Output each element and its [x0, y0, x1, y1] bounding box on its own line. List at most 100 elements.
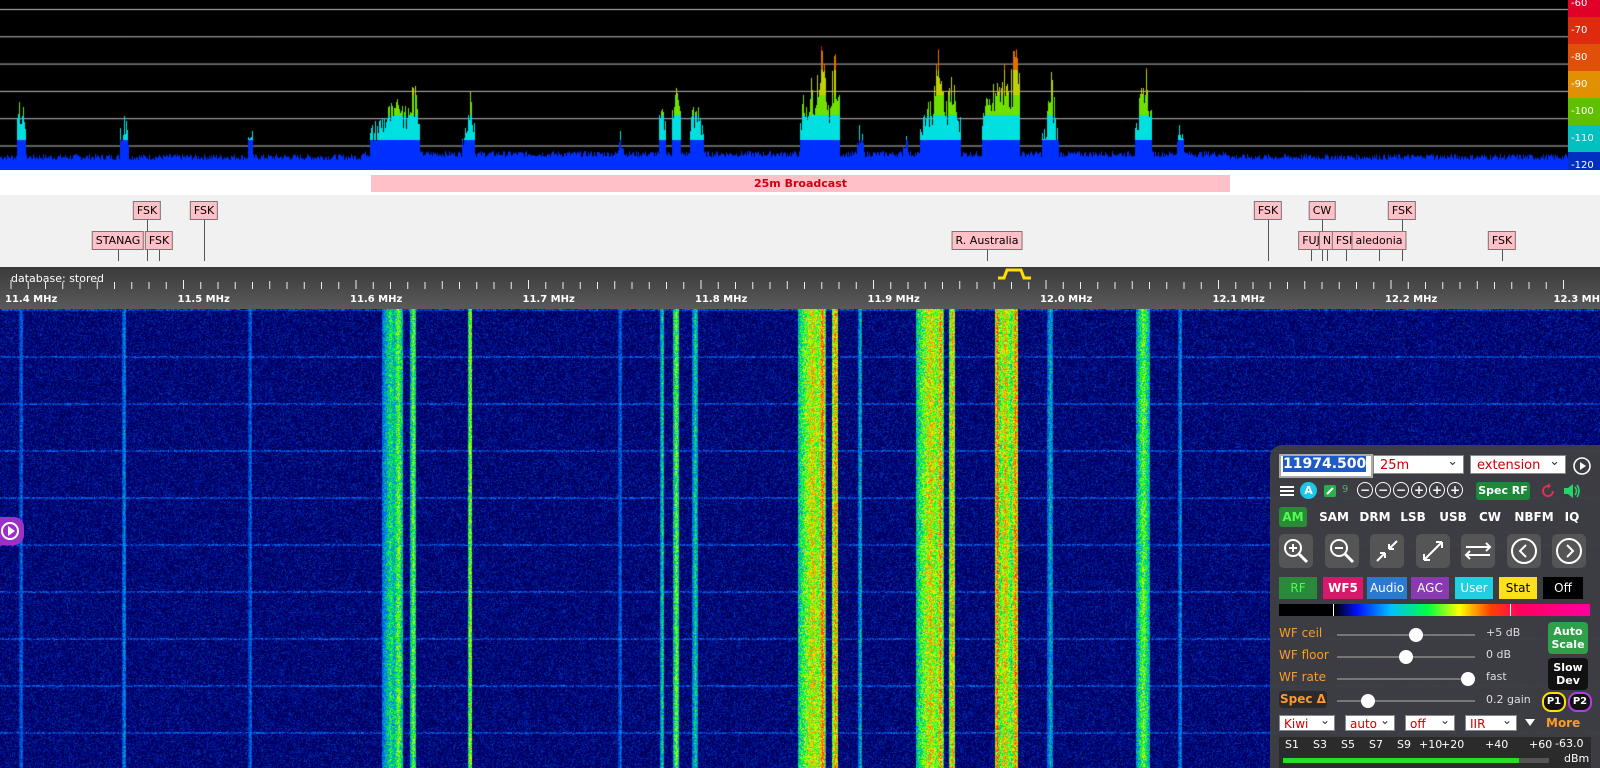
triangle-down-icon[interactable] [1524, 718, 1536, 728]
s-meter-value: -63.0 [1555, 737, 1584, 750]
db-label: -80 [1571, 52, 1588, 63]
zoom-out-small-icon[interactable]: − [1375, 482, 1391, 498]
station-label[interactable]: FSK [189, 201, 219, 220]
wf-ceil-value: +5 dB [1486, 626, 1521, 639]
chevron-left-button[interactable] [1506, 534, 1541, 568]
station-label[interactable]: FSK [144, 231, 174, 250]
station-label[interactable]: CW [1308, 201, 1336, 220]
mode-button-iq[interactable]: IQ [1560, 507, 1584, 527]
edit-icon[interactable] [1322, 483, 1338, 499]
freq-label: 12.0 MHz [1040, 294, 1092, 305]
auto-select[interactable]: auto [1345, 712, 1395, 731]
mode-button-usb[interactable]: USB [1436, 507, 1470, 527]
station-label[interactable]: FSK [1487, 231, 1517, 250]
freq-label: 11.4 MHz [5, 294, 57, 305]
freq-label: 11.7 MHz [523, 294, 575, 305]
wf-floor-slider[interactable] [1337, 650, 1475, 664]
speaker-icon[interactable] [1562, 482, 1582, 500]
band-25m-broadcast[interactable]: 25m Broadcast [371, 175, 1230, 192]
play-panel-button[interactable] [0, 517, 24, 545]
zoom-in-small-icon[interactable]: + [1429, 482, 1445, 498]
spec-gain-slider[interactable] [1337, 694, 1475, 708]
mode-button-am[interactable]: AM [1279, 507, 1307, 527]
mode-button-cw[interactable]: CW [1475, 507, 1505, 527]
zoom-out-small-icon[interactable]: − [1393, 482, 1409, 498]
spectrum-display[interactable]: -60 -70 -80 -90 -100 -110 -120 [0, 0, 1600, 179]
station-label[interactable]: aledonia [1351, 231, 1407, 250]
frequency-ticks: 11.4 MHz 11.5 MHz 11.6 MHz 11.7 MHz 11.8 MHz… [5, 268, 1600, 305]
option-button-audio[interactable]: Audio [1367, 577, 1407, 599]
freq-label: 12.2 MHz [1385, 294, 1437, 305]
s-meter-tick: +20 [1441, 738, 1465, 751]
zoom-out-icon [1329, 539, 1354, 564]
freq-label: 11.8 MHz [695, 294, 747, 305]
station-label[interactable]: STANAG [91, 231, 145, 250]
band-select[interactable]: 25m [1373, 452, 1464, 474]
small-number: 9 [1342, 484, 1349, 495]
expand-button[interactable] [1415, 534, 1450, 568]
db-label: -70 [1571, 25, 1588, 36]
option-button-wf5[interactable]: WF5 [1323, 577, 1363, 599]
db-label: -110 [1571, 133, 1594, 144]
auto-scale-button[interactable]: Auto Scale [1548, 622, 1588, 654]
zoom-out-small-icon[interactable]: − [1357, 482, 1373, 498]
menu-icon[interactable] [1279, 483, 1295, 499]
db-label: -100 [1571, 106, 1594, 117]
swap-icon [1464, 542, 1492, 560]
s-meter-tick: S3 [1313, 738, 1327, 751]
more-button[interactable]: More [1546, 716, 1580, 730]
swap-button[interactable] [1461, 534, 1495, 568]
zoom-in-icon [1284, 539, 1309, 564]
option-button-user[interactable]: User [1455, 577, 1493, 599]
station-label[interactable]: R. Australia [951, 231, 1023, 250]
option-button-off[interactable]: Off [1543, 577, 1583, 599]
zoom-in-small-icon[interactable]: + [1447, 482, 1463, 498]
slow-dev-button[interactable]: Slow Dev [1548, 658, 1588, 690]
zoom-icons: − − − + + + [1357, 481, 1475, 501]
s-meter-tick: S9 [1397, 738, 1411, 751]
zoom-out-button[interactable] [1324, 534, 1359, 568]
freq-label: 12.1 MHz [1213, 294, 1265, 305]
chevron-right-button[interactable] [1552, 534, 1586, 568]
kiwi-select[interactable]: Kiwi [1279, 712, 1335, 731]
option-button-rf[interactable]: RF [1279, 577, 1317, 599]
option-button-agc[interactable]: AGC [1411, 577, 1449, 599]
play-icon [1, 522, 19, 540]
wf-floor-label: WF floor [1279, 648, 1329, 662]
p1-button[interactable]: P1 [1542, 692, 1566, 712]
spec-rf-button[interactable]: Spec RF [1476, 482, 1530, 500]
option-button-stat[interactable]: Stat [1499, 577, 1537, 599]
mode-button-nbfm[interactable]: NBFM [1514, 507, 1554, 527]
station-label[interactable]: FSK [1253, 201, 1283, 220]
mode-button-drm[interactable]: DRM [1358, 507, 1392, 527]
mode-button-lsb[interactable]: LSB [1397, 507, 1429, 527]
iir-select[interactable]: IIR [1465, 712, 1517, 731]
a-badge[interactable]: A [1300, 482, 1317, 499]
s-meter-tick: +10 [1419, 738, 1443, 751]
spec-delta-button[interactable]: Spec Δ [1279, 691, 1327, 708]
wf-ceil-slider[interactable] [1337, 628, 1475, 642]
compress-icon [1376, 540, 1398, 562]
off-select[interactable]: off [1405, 712, 1455, 731]
station-label[interactable]: FSK [1387, 201, 1417, 220]
s-meter-bar [1283, 758, 1519, 763]
station-label-line [204, 217, 205, 261]
frequency-scale[interactable]: database: stored 11.4 MHz 11.5 MHz 11.6 MH… [0, 267, 1600, 309]
compress-button[interactable] [1370, 534, 1404, 568]
wf-rate-slider[interactable] [1337, 672, 1475, 686]
play-icon[interactable] [1572, 456, 1592, 476]
freq-label: 11.5 MHz [178, 294, 230, 305]
db-scale: -60 -70 -80 -90 -100 -110 -120 [1568, 0, 1600, 179]
s-meter-tick: S7 [1369, 738, 1383, 751]
band-bar: 25m Broadcast [0, 170, 1600, 195]
station-label[interactable]: FSK [132, 201, 162, 220]
refresh-icon[interactable] [1539, 482, 1557, 500]
extension-select[interactable]: extension [1470, 452, 1566, 474]
frequency-input[interactable]: 11974.500 [1279, 454, 1373, 478]
zoom-in-button[interactable] [1279, 534, 1313, 568]
mode-button-sam[interactable]: SAM [1317, 507, 1351, 527]
waterfall-colorbar[interactable] [1279, 604, 1590, 616]
spec-gain-value: 0.2 gain [1486, 693, 1531, 706]
p2-button[interactable]: P2 [1568, 692, 1592, 712]
zoom-in-small-icon[interactable]: + [1411, 482, 1427, 498]
